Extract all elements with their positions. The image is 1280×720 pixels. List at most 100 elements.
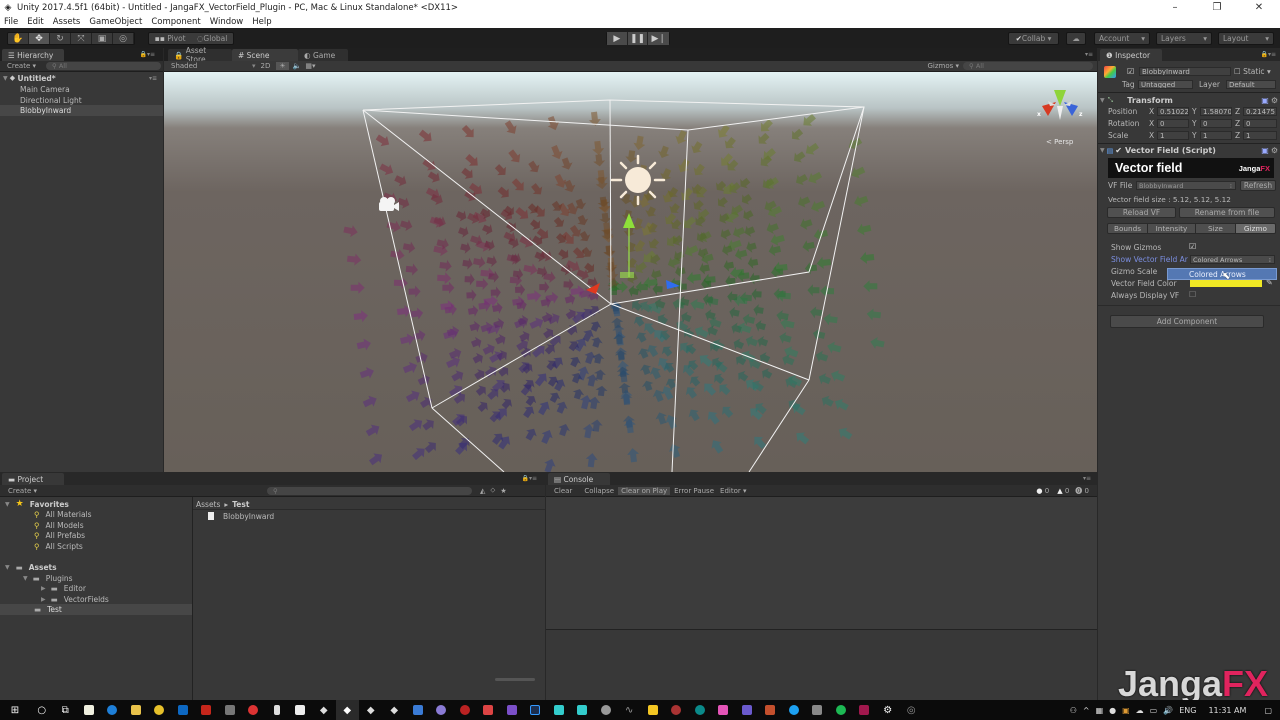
2d-toggle[interactable]: 2D [261,62,271,70]
unity-app-icon[interactable]: ◆ [312,700,336,720]
directional-light-icon[interactable] [610,154,666,206]
arduino-app-icon[interactable] [688,700,712,720]
hierarchy-item[interactable]: Main Camera [0,84,163,95]
app-icon[interactable] [477,700,501,720]
language-indicator[interactable]: ENG [1179,706,1196,715]
hierarchy-search-input[interactable]: ⚲ All [46,62,162,70]
unity-app-icon[interactable]: ◆ [359,700,383,720]
settings-gear-icon[interactable]: ⚙ [1271,146,1278,155]
vivaldi-app-icon[interactable] [242,700,266,720]
console-clear-on-play-button[interactable]: Clear on Play [618,486,671,495]
skype-app-icon[interactable] [782,700,806,720]
gizmos-dropdown[interactable]: Gizmos ▾ [927,62,959,70]
vf-file-dropdown[interactable]: BlobbyInward ⁝ [1136,181,1236,190]
spotify-app-icon[interactable] [829,700,853,720]
menu-file[interactable]: File [4,17,18,27]
tray-app-icon[interactable]: ● [1109,706,1116,715]
lighting-toggle-icon[interactable]: ☀ [276,62,289,70]
network-icon[interactable]: ▭ [1150,706,1158,715]
menu-gameobject[interactable]: GameObject [89,17,142,27]
vector-field-header[interactable]: ▼ ▤ ✔ Vector Field (Script) ▣ ⚙ [1100,145,1278,156]
folder-row[interactable]: ▶ ▬ VectorFields [0,594,545,605]
console-clear-button[interactable]: Clear [554,487,572,495]
asset-file[interactable]: BlobbyInward [208,511,545,522]
rotation-x-field[interactable]: 0 [1157,119,1189,128]
pivot-button[interactable]: ▪▪ Pivot [155,34,186,43]
scene-viewport[interactable]: x z < Persp [164,72,1097,472]
cloud-button[interactable]: ☁ [1066,32,1086,45]
console-log-list[interactable] [546,497,1097,629]
tab-inspector[interactable]: ❶ Inspector [1100,49,1162,61]
panel-menu-icon[interactable]: 🔒▾≡ [139,51,155,58]
app-icon[interactable] [665,700,689,720]
start-button-icon[interactable]: ⊞ [0,700,30,720]
enabled-checkbox[interactable]: ✔ [1115,146,1122,155]
tab-console[interactable]: ▤ Console [548,473,610,485]
layers-dropdown[interactable]: Layers ▾ [1156,32,1212,45]
onedrive-icon[interactable]: ☁ [1136,706,1144,715]
app-icon[interactable] [289,700,313,720]
tab-bounds[interactable]: Bounds [1108,224,1149,233]
menu-window[interactable]: Window [210,17,244,27]
always-display-checkbox[interactable]: ☐ [1189,290,1196,299]
photoshop-app-icon[interactable] [524,700,548,720]
scale-y-field[interactable]: 1 [1200,131,1232,140]
app-icon[interactable] [641,700,665,720]
tab-hierarchy[interactable]: ☰ Hierarchy [2,49,64,61]
chrome-app-icon[interactable] [148,700,172,720]
menu-assets[interactable]: Assets [53,17,81,27]
object-name-input[interactable]: BlobbyInward [1139,67,1231,76]
rename-from-file-button[interactable]: Rename from file [1179,207,1275,218]
scale-x-field[interactable]: 1 [1157,131,1189,140]
explorer-app-icon[interactable] [124,700,148,720]
pause-button[interactable]: ❚❚ [627,32,649,45]
info-count-toggle[interactable]: ● 0 [1036,487,1049,495]
unity-app-icon[interactable]: ◆ [383,700,407,720]
folder-row[interactable]: ▼ ▬ Plugins [0,573,545,584]
assets-row[interactable]: ▼ ▬ Assets [0,562,545,573]
console-detail-area[interactable] [546,630,1097,700]
audio-toggle-icon[interactable]: 🔈 [293,62,302,70]
console-editor-dropdown[interactable]: Editor ▾ [720,487,746,495]
app-icon[interactable] [712,700,736,720]
outlook-app-icon[interactable] [171,700,195,720]
tab-intensity[interactable]: Intensity [1148,224,1196,233]
y-arrow-icon[interactable] [623,213,635,228]
create-dropdown[interactable]: Create ▾ [8,487,37,495]
tab-project[interactable]: ▬ Project [2,473,64,485]
app-icon[interactable] [853,700,877,720]
panel-menu-icon[interactable]: ▾≡ [1083,475,1091,482]
scene-root-row[interactable]: ▼ ◆ Untitled* ▾≡ [0,73,163,84]
breadcrumb-assets[interactable]: Assets [196,500,220,509]
step-button[interactable]: ▶❘ [648,32,669,45]
filter-by-label-icon[interactable]: ⬦ [490,486,495,495]
restore-button[interactable]: ❐ [1196,0,1238,15]
filter-by-type-icon[interactable]: ◭ [480,487,485,495]
scene-menu-icon[interactable]: ▾≡ [149,75,157,82]
scale-tool-icon[interactable]: ⤧ [71,33,92,44]
account-dropdown[interactable]: Account ▾ [1094,32,1150,45]
global-button[interactable]: ◌Global [197,34,227,43]
position-z-field[interactable]: 0.21475 [1243,107,1277,116]
tab-gizmo[interactable]: Gizmo [1235,224,1275,233]
layer-dropdown[interactable]: Default [1226,80,1276,89]
app-icon[interactable] [265,700,289,720]
volume-icon[interactable]: 🔊 [1163,706,1173,715]
hierarchy-item-selected[interactable]: BlobbyInward [0,105,163,116]
app-icon[interactable] [547,700,571,720]
breadcrumb-test[interactable]: Test [232,500,249,509]
active-checkbox[interactable]: ☑ [1127,67,1134,76]
reload-vf-button[interactable]: Reload VF [1107,207,1176,218]
unity-app-icon-active[interactable]: ◆ [335,700,359,720]
clock[interactable]: 11:31 AM [1208,706,1246,715]
app-icon[interactable] [218,700,242,720]
rotate-tool-icon[interactable]: ↻ [50,33,71,44]
layout-dropdown[interactable]: Layout ▾ [1218,32,1274,45]
tray-app-icon[interactable]: ▣ [1122,706,1130,715]
add-component-button[interactable]: Add Component [1110,315,1264,328]
rotation-y-field[interactable]: 0 [1200,119,1232,128]
icon-size-slider[interactable] [495,678,535,681]
app-icon[interactable] [806,700,830,720]
help-icon[interactable]: ▣ [1261,146,1269,155]
close-button[interactable]: ✕ [1238,0,1280,15]
